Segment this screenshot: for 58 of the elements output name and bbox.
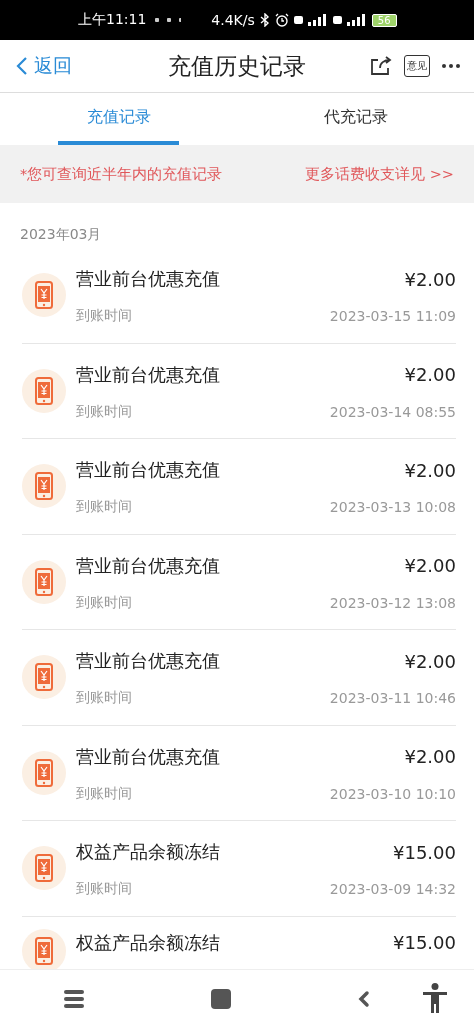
battery-icon: 56 — [371, 13, 397, 27]
share-icon[interactable] — [370, 56, 392, 76]
record-amount: ¥2.00 — [404, 555, 456, 577]
phone-yuan-icon — [22, 846, 66, 891]
bluetooth-icon — [259, 13, 270, 27]
month-label: 2023年03月 — [19, 225, 103, 244]
home-icon[interactable] — [211, 988, 231, 1009]
record-label: 到账时间 — [76, 307, 132, 326]
chevron-icon — [16, 56, 28, 76]
record-time: 2023-03-12 13:08 — [329, 594, 456, 611]
phone-yuan-icon — [22, 655, 66, 700]
alarm-icon — [274, 13, 289, 27]
feedback-button[interactable]: 意见 — [404, 55, 430, 77]
phone-yuan-icon — [22, 464, 66, 509]
accessibility-icon[interactable] — [422, 983, 448, 1013]
back-icon[interactable] — [358, 989, 371, 1008]
record-amount: ¥2.00 — [404, 364, 456, 386]
record-label: 到账时间 — [76, 593, 132, 612]
record-title: 营业前台优惠充值 — [76, 649, 220, 674]
record-amount: ¥2.00 — [404, 650, 456, 672]
phone-yuan-icon — [22, 368, 66, 413]
record-amount: ¥2.00 — [404, 459, 456, 481]
signal-icon — [293, 14, 328, 26]
record-time: 2023-03-11 10:46 — [329, 690, 456, 707]
menu-icon[interactable] — [63, 989, 84, 1008]
record-time: 2023-03-13 10:08 — [329, 499, 456, 516]
phone-yuan-icon — [22, 559, 66, 604]
record-time: 2023-03-10 10:10 — [329, 785, 456, 802]
notice-text: *您可查询近半年内的充值记录 — [20, 164, 223, 184]
details-link[interactable]: 更多话费收支详见 >> — [305, 164, 454, 184]
record-time: 2023-03-15 11:09 — [329, 308, 456, 325]
record-title: 营业前台优惠充值 — [76, 362, 220, 387]
record-label: 到账时间 — [76, 689, 132, 708]
back-button[interactable]: 返回 — [16, 53, 72, 79]
record-amount: ¥15.00 — [393, 841, 456, 863]
record-title: 权益产品余额冻结 — [76, 930, 220, 955]
record-title: 营业前台优惠充值 — [76, 744, 220, 769]
record-amount: ¥2.00 — [404, 268, 456, 290]
page-title: 充值历史记录 — [168, 51, 306, 81]
network-speed: 4.4K/s — [211, 12, 255, 28]
record-time: 2023-03-14 08:55 — [329, 403, 456, 420]
record-label: 到账时间 — [76, 784, 132, 803]
record-label: 到账时间 — [76, 880, 132, 899]
phone-yuan-icon — [22, 928, 66, 969]
record-label: 到账时间 — [76, 498, 132, 517]
record-title: 营业前台优惠充值 — [76, 458, 220, 483]
record-title: 权益产品余额冻结 — [76, 840, 220, 865]
status-time: 上午11:11 — [78, 11, 147, 29]
signal-icon — [332, 14, 367, 26]
record-title: 营业前台优惠充值 — [76, 267, 220, 292]
record-amount: ¥15.00 — [393, 932, 456, 953]
record-label: 到账时间 — [76, 402, 132, 421]
record-time: 2023-03-09 14:32 — [329, 881, 456, 898]
record-amount: ¥2.00 — [404, 746, 456, 768]
phone-yuan-icon — [22, 750, 66, 795]
record-title: 营业前台优惠充值 — [76, 553, 220, 578]
phone-yuan-icon — [22, 273, 66, 318]
more-icon[interactable] — [442, 64, 460, 68]
